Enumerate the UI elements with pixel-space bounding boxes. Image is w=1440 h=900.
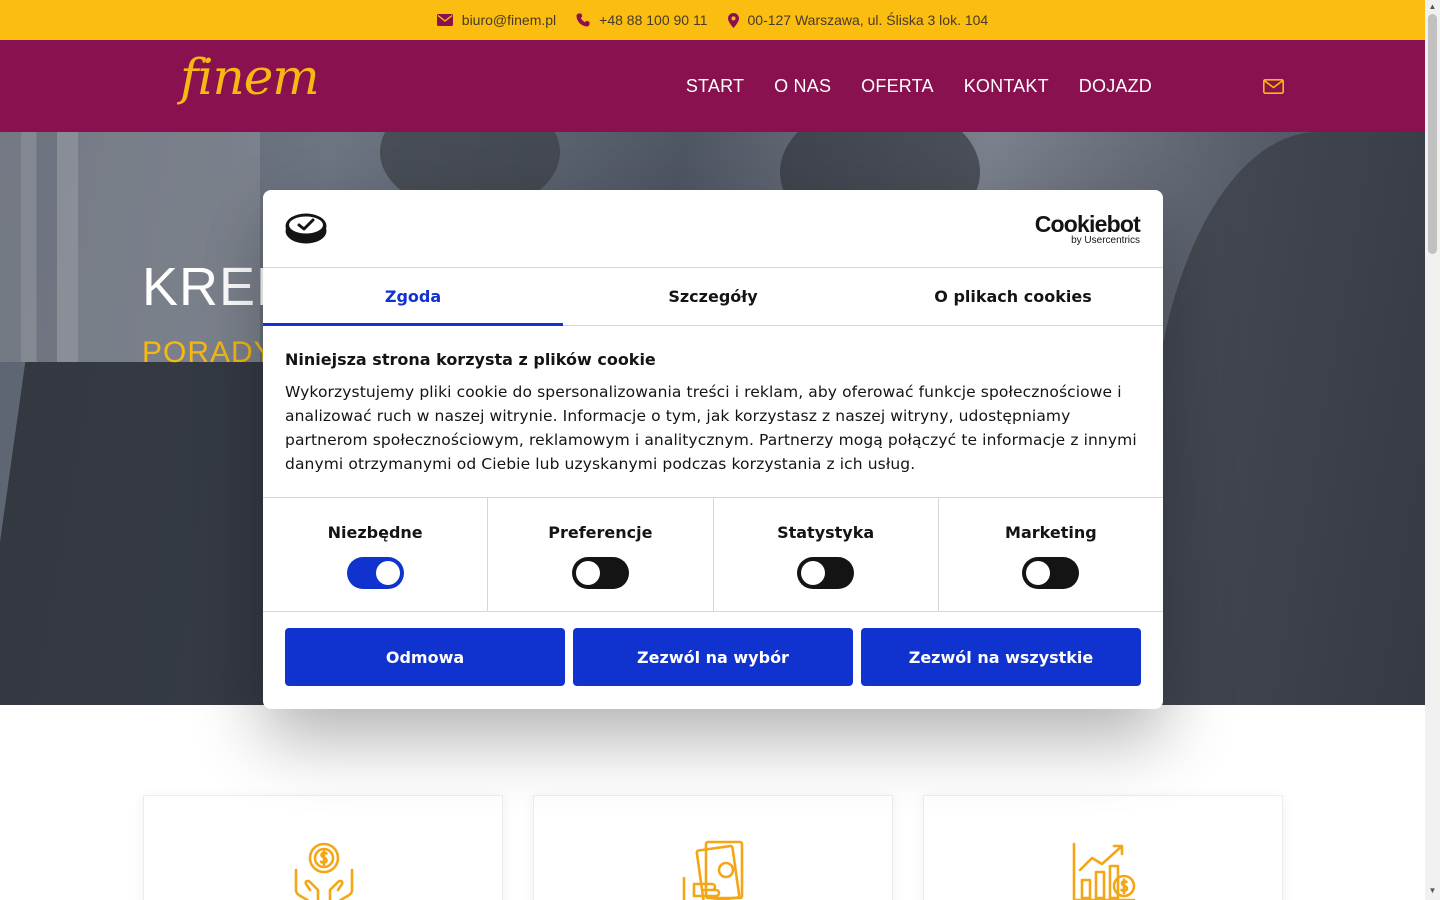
- tab-o-plikach-cookies[interactable]: O plikach cookies: [863, 268, 1163, 325]
- contact-bar: biuro@finem.pl +48 88 100 90 11 00-127 W…: [0, 0, 1425, 40]
- cookiebot-brand-sub: by Usercentrics: [1071, 235, 1140, 246]
- toggle-preferencje[interactable]: [571, 557, 629, 589]
- hero-background-person: [1150, 132, 1425, 705]
- allow-selection-button[interactable]: Zezwól na wybór: [573, 628, 853, 686]
- cookie-tabs: Zgoda Szczegóły O plikach cookies: [263, 268, 1163, 326]
- envelope-icon: [436, 14, 453, 26]
- toggle-label-statystyka: Statystyka: [777, 523, 875, 542]
- nav-oferta[interactable]: OFERTA: [861, 76, 934, 97]
- decline-button[interactable]: Odmowa: [285, 628, 565, 686]
- feature-card[interactable]: [533, 795, 893, 900]
- contact-phone[interactable]: +48 88 100 90 11: [576, 12, 708, 28]
- scroll-up-arrow[interactable]: ▲: [1428, 3, 1437, 11]
- toggle-niezbedne[interactable]: [346, 557, 404, 589]
- phone-icon: [576, 13, 590, 27]
- contact-email[interactable]: biuro@finem.pl: [436, 12, 557, 28]
- site-header: finem START O NAS OFERTA KONTAKT DOJAZD: [0, 40, 1425, 132]
- envelope-outline-icon[interactable]: [1263, 79, 1284, 94]
- scrollbar-thumb[interactable]: [1428, 14, 1437, 254]
- feature-card[interactable]: [923, 795, 1283, 900]
- contact-address[interactable]: 00-127 Warszawa, ul. Śliska 3 lok. 104: [727, 12, 989, 28]
- toggle-group-marketing: Marketing: [939, 498, 1163, 611]
- cookie-dialog-header: Cookiebot by Usercentrics: [263, 190, 1163, 268]
- cookie-consent-dialog: Cookiebot by Usercentrics Zgoda Szczegół…: [263, 190, 1163, 709]
- growth-chart-icon: [1072, 842, 1136, 900]
- toggle-label-marketing: Marketing: [1005, 523, 1097, 542]
- nav-o-nas[interactable]: O NAS: [774, 76, 831, 97]
- nav-kontakt[interactable]: KONTAKT: [964, 76, 1049, 97]
- cookie-heading: Niniejsza strona korzysta z plików cooki…: [285, 350, 656, 369]
- feature-card[interactable]: [143, 795, 503, 900]
- toggle-label-preferencje: Preferencje: [548, 523, 653, 542]
- cash-warning-icon: [682, 840, 744, 900]
- contact-address-text: 00-127 Warszawa, ul. Śliska 3 lok. 104: [747, 12, 989, 28]
- toggle-statystyka[interactable]: [797, 557, 855, 589]
- toggle-label-niezbedne: Niezbędne: [327, 523, 423, 542]
- nav-start[interactable]: START: [686, 76, 744, 97]
- tab-szczegoly[interactable]: Szczegóły: [563, 268, 863, 325]
- hero-subtitle: PORADY: [142, 336, 275, 369]
- hero-background-shelf: [0, 132, 260, 362]
- toggle-marketing[interactable]: [1022, 557, 1080, 589]
- cookiebot-brand[interactable]: Cookiebot by Usercentrics: [1034, 211, 1141, 246]
- cookie-category-toggles: Niezbędne Preferencje Statystyka Marketi…: [263, 498, 1163, 612]
- toggle-knob: [575, 561, 600, 585]
- toggle-knob: [375, 561, 400, 585]
- toggle-group-niezbedne: Niezbędne: [263, 498, 489, 611]
- map-pin-icon: [727, 12, 739, 28]
- money-hands-icon: [294, 842, 354, 900]
- cookie-text: Wykorzystujemy pliki cookie do spersonal…: [285, 383, 1137, 473]
- finem-logo[interactable]: finem: [180, 52, 320, 102]
- toggle-knob: [801, 561, 826, 585]
- contact-email-text: biuro@finem.pl: [461, 12, 557, 28]
- tab-zgoda[interactable]: Zgoda: [263, 268, 563, 326]
- cookiebot-logo-icon: [285, 213, 327, 244]
- cookie-actions: Odmowa Zezwól na wybór Zezwól na wszystk…: [263, 612, 1163, 686]
- scroll-down-arrow[interactable]: ▼: [1428, 887, 1437, 895]
- nav-dojazd[interactable]: DOJAZD: [1079, 76, 1152, 97]
- toggle-knob: [1026, 561, 1051, 585]
- toggle-group-preferencje: Preferencje: [488, 498, 714, 611]
- contact-phone-text: +48 88 100 90 11: [599, 12, 708, 28]
- cookiebot-brand-name: Cookiebot: [1034, 211, 1141, 237]
- main-nav: START O NAS OFERTA KONTAKT DOJAZD: [686, 40, 1152, 132]
- cookie-description: Niniejsza strona korzysta z plików cooki…: [263, 326, 1163, 498]
- toggle-group-statystyka: Statystyka: [714, 498, 939, 611]
- allow-all-button[interactable]: Zezwól na wszystkie: [861, 628, 1141, 686]
